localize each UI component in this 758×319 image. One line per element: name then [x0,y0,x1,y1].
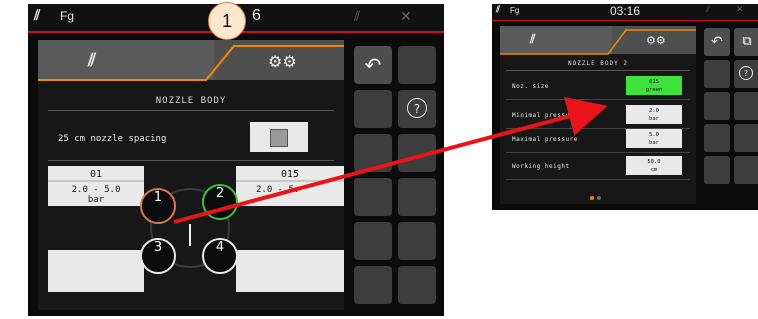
connector-arrow [173,96,608,224]
